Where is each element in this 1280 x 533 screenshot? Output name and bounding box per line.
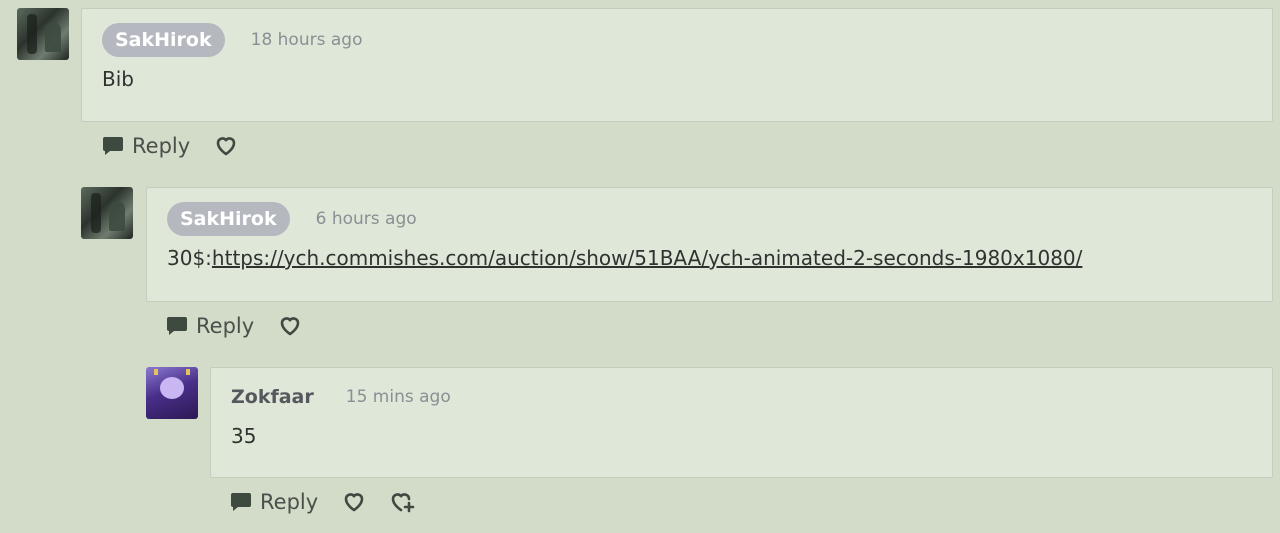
comment-actions: Reply: [230, 487, 416, 517]
comment-timestamp: 15 mins ago: [345, 387, 451, 407]
reply-button[interactable]: Reply: [230, 490, 318, 514]
heart-outline-icon: [280, 317, 300, 336]
avatar[interactable]: [81, 187, 133, 239]
reply-label: Reply: [132, 134, 191, 158]
heart-outline-icon: [216, 137, 236, 156]
reply-label: Reply: [196, 314, 255, 338]
like-button[interactable]: [342, 491, 366, 513]
comment-card: SakHirok 18 hours ago Bib: [81, 8, 1273, 122]
reply-button[interactable]: Reply: [102, 134, 190, 158]
avatar[interactable]: [146, 367, 198, 419]
comment-text: Bib: [102, 67, 134, 91]
heart-plus-icon: [391, 493, 415, 513]
comment-text: 30$:https://ych.commishes.com/auction/sh…: [167, 246, 1082, 270]
like-button[interactable]: [278, 315, 302, 337]
speech-bubble-icon: [103, 137, 123, 155]
comment-author[interactable]: SakHirok: [167, 202, 290, 236]
comment-card: Zokfaar 15 mins ago 35: [210, 367, 1273, 478]
speech-bubble-icon: [167, 317, 187, 335]
comment-link[interactable]: https://ych.commishes.com/auction/show/5…: [212, 246, 1082, 270]
comment-text: 35: [231, 424, 257, 448]
reply-label: Reply: [260, 490, 319, 514]
comment-timestamp: 18 hours ago: [250, 30, 363, 50]
comment-author[interactable]: SakHirok: [102, 23, 225, 57]
heart-outline-icon: [344, 493, 364, 512]
comment-card: SakHirok 6 hours ago 30$:https://ych.com…: [146, 187, 1273, 302]
comment-text-prefix: 30$:: [167, 246, 212, 270]
add-like-button[interactable]: [390, 490, 416, 514]
comment-author[interactable]: Zokfaar: [231, 380, 314, 414]
reply-button[interactable]: Reply: [166, 314, 254, 338]
comment-timestamp: 6 hours ago: [315, 209, 417, 229]
comment-actions: Reply: [102, 131, 238, 161]
speech-bubble-icon: [231, 493, 251, 511]
like-button[interactable]: [214, 135, 238, 157]
avatar[interactable]: [17, 8, 69, 60]
comment-actions: Reply: [166, 311, 302, 341]
